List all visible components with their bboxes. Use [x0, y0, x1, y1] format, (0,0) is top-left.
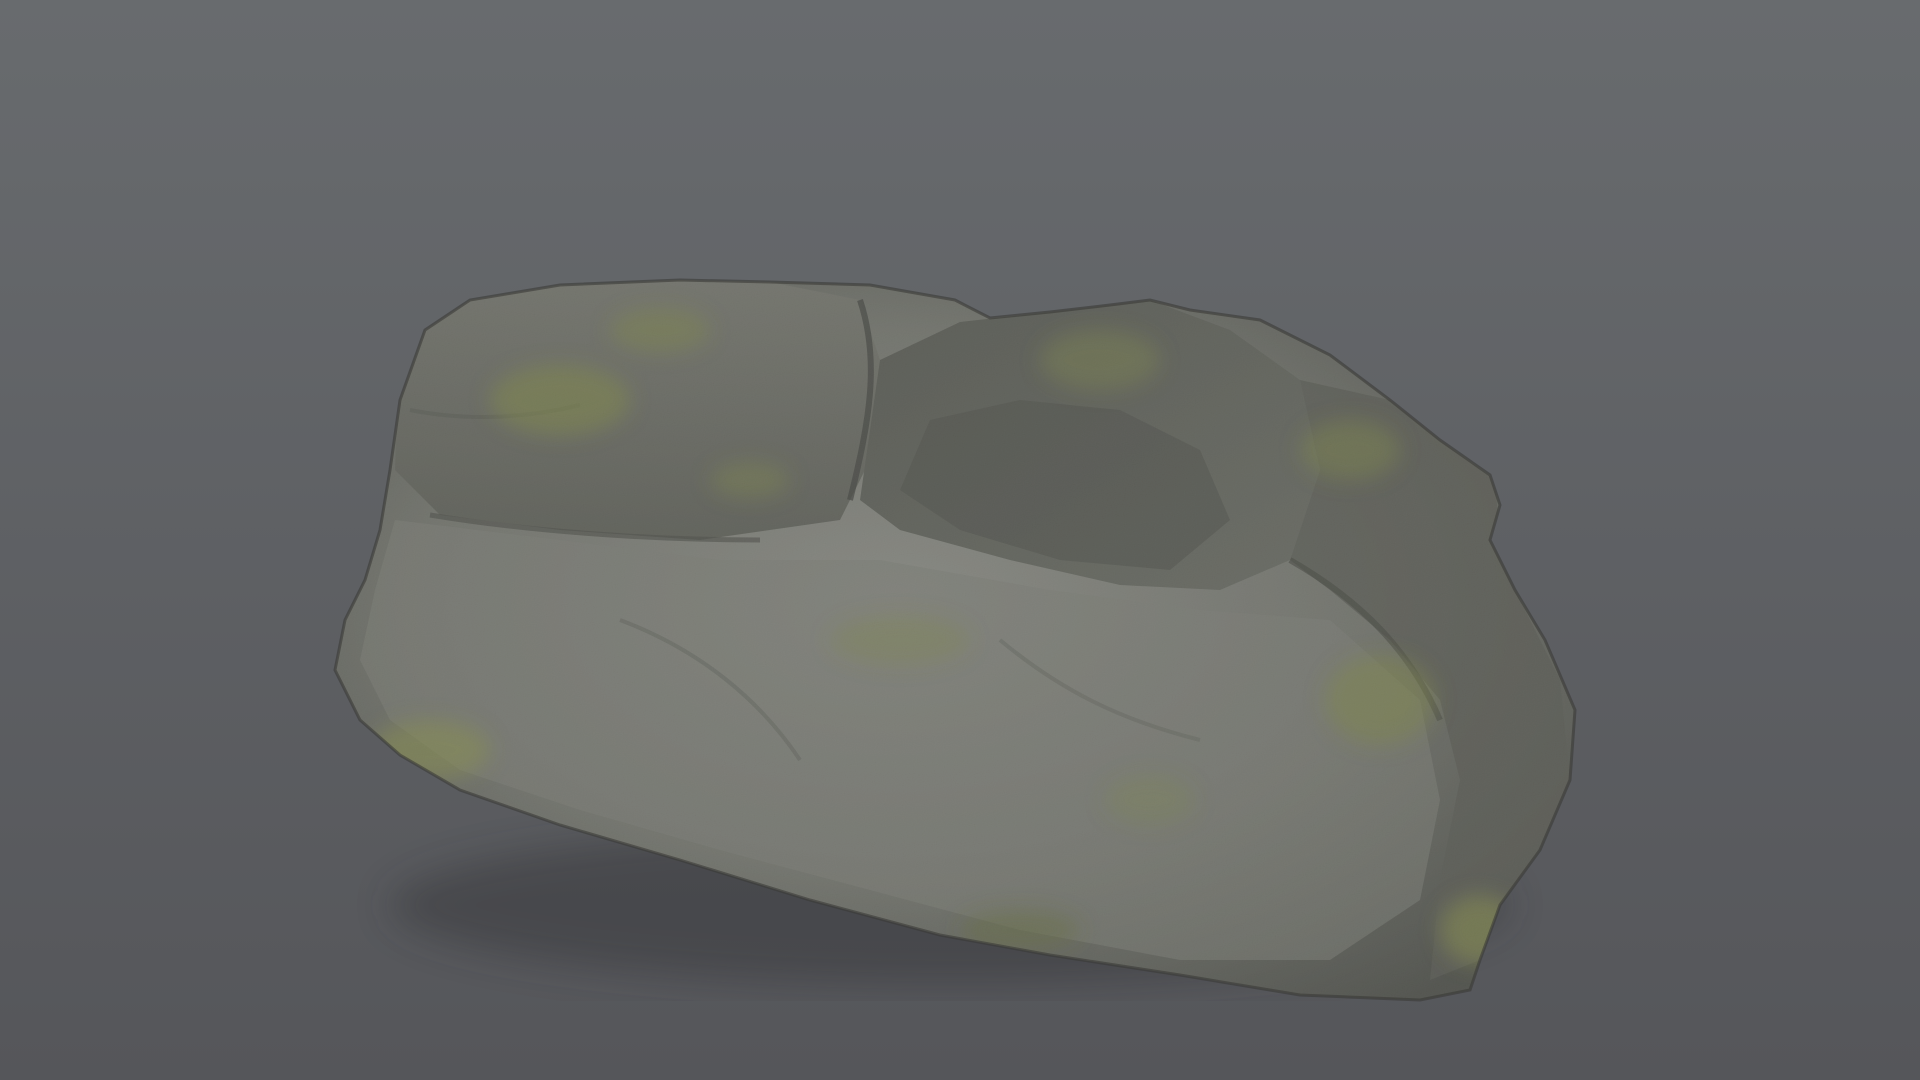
- viewport: [0, 0, 1920, 1080]
- rock-model: [333, 278, 1577, 1002]
